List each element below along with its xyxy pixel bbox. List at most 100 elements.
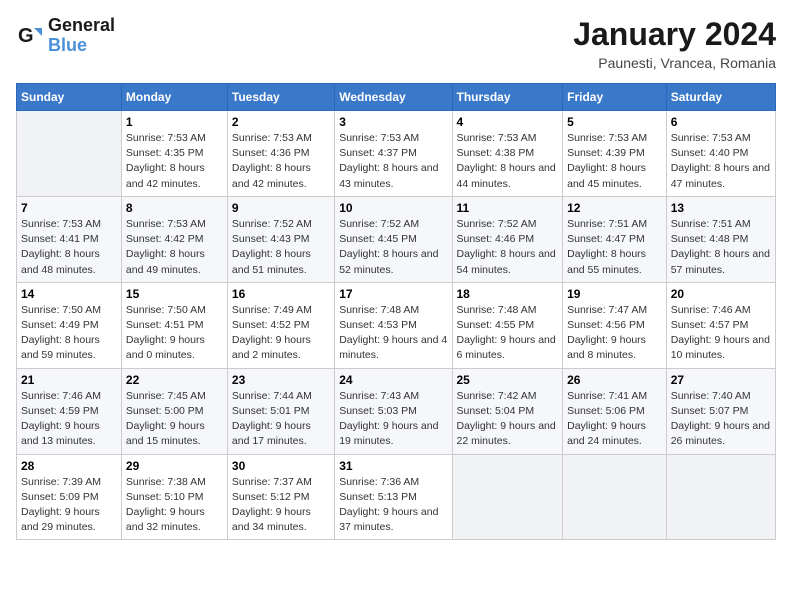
day-info: Sunrise: 7:53 AMSunset: 4:37 PMDaylight:… [339,131,447,192]
day-number: 31 [339,459,447,473]
day-number: 8 [126,201,223,215]
calendar-week-3: 14 Sunrise: 7:50 AMSunset: 4:49 PMDaylig… [17,282,776,368]
calendar-cell: 21 Sunrise: 7:46 AMSunset: 4:59 PMDaylig… [17,368,122,454]
calendar-cell: 25 Sunrise: 7:42 AMSunset: 5:04 PMDaylig… [452,368,563,454]
day-info: Sunrise: 7:51 AMSunset: 4:48 PMDaylight:… [671,217,771,278]
calendar-cell: 22 Sunrise: 7:45 AMSunset: 5:00 PMDaylig… [121,368,227,454]
day-info: Sunrise: 7:52 AMSunset: 4:46 PMDaylight:… [457,217,559,278]
day-number: 4 [457,115,559,129]
calendar-cell: 2 Sunrise: 7:53 AMSunset: 4:36 PMDayligh… [227,111,334,197]
day-info: Sunrise: 7:53 AMSunset: 4:42 PMDaylight:… [126,217,223,278]
calendar-cell: 17 Sunrise: 7:48 AMSunset: 4:53 PMDaylig… [335,282,452,368]
col-tuesday: Tuesday [227,84,334,111]
calendar-cell: 9 Sunrise: 7:52 AMSunset: 4:43 PMDayligh… [227,196,334,282]
day-number: 1 [126,115,223,129]
day-info: Sunrise: 7:49 AMSunset: 4:52 PMDaylight:… [232,303,330,364]
calendar-cell [17,111,122,197]
col-monday: Monday [121,84,227,111]
col-saturday: Saturday [666,84,775,111]
day-info: Sunrise: 7:52 AMSunset: 4:43 PMDaylight:… [232,217,330,278]
day-number: 30 [232,459,330,473]
calendar-cell: 8 Sunrise: 7:53 AMSunset: 4:42 PMDayligh… [121,196,227,282]
calendar-cell: 5 Sunrise: 7:53 AMSunset: 4:39 PMDayligh… [563,111,667,197]
day-number: 10 [339,201,447,215]
day-number: 19 [567,287,662,301]
calendar-cell [563,454,667,540]
day-info: Sunrise: 7:41 AMSunset: 5:06 PMDaylight:… [567,389,662,450]
day-number: 15 [126,287,223,301]
calendar-table: Sunday Monday Tuesday Wednesday Thursday… [16,83,776,540]
day-info: Sunrise: 7:46 AMSunset: 4:59 PMDaylight:… [21,389,117,450]
day-info: Sunrise: 7:48 AMSunset: 4:55 PMDaylight:… [457,303,559,364]
day-number: 6 [671,115,771,129]
day-info: Sunrise: 7:40 AMSunset: 5:07 PMDaylight:… [671,389,771,450]
day-info: Sunrise: 7:53 AMSunset: 4:41 PMDaylight:… [21,217,117,278]
day-info: Sunrise: 7:53 AMSunset: 4:36 PMDaylight:… [232,131,330,192]
calendar-cell: 24 Sunrise: 7:43 AMSunset: 5:03 PMDaylig… [335,368,452,454]
day-info: Sunrise: 7:53 AMSunset: 4:35 PMDaylight:… [126,131,223,192]
calendar-cell: 14 Sunrise: 7:50 AMSunset: 4:49 PMDaylig… [17,282,122,368]
calendar-cell: 18 Sunrise: 7:48 AMSunset: 4:55 PMDaylig… [452,282,563,368]
day-number: 27 [671,373,771,387]
day-number: 25 [457,373,559,387]
svg-text:G: G [18,25,34,47]
calendar-week-5: 28 Sunrise: 7:39 AMSunset: 5:09 PMDaylig… [17,454,776,540]
day-info: Sunrise: 7:53 AMSunset: 4:40 PMDaylight:… [671,131,771,192]
day-info: Sunrise: 7:51 AMSunset: 4:47 PMDaylight:… [567,217,662,278]
day-number: 7 [21,201,117,215]
day-number: 20 [671,287,771,301]
col-sunday: Sunday [17,84,122,111]
calendar-cell: 10 Sunrise: 7:52 AMSunset: 4:45 PMDaylig… [335,196,452,282]
month-title: January 2024 [573,16,776,53]
logo: G GeneralBlue [16,16,115,56]
title-area: January 2024 Paunesti, Vrancea, Romania [573,16,776,71]
day-number: 12 [567,201,662,215]
calendar-cell: 29 Sunrise: 7:38 AMSunset: 5:10 PMDaylig… [121,454,227,540]
day-info: Sunrise: 7:43 AMSunset: 5:03 PMDaylight:… [339,389,447,450]
day-info: Sunrise: 7:53 AMSunset: 4:39 PMDaylight:… [567,131,662,192]
col-wednesday: Wednesday [335,84,452,111]
calendar-week-2: 7 Sunrise: 7:53 AMSunset: 4:41 PMDayligh… [17,196,776,282]
calendar-cell: 7 Sunrise: 7:53 AMSunset: 4:41 PMDayligh… [17,196,122,282]
day-info: Sunrise: 7:53 AMSunset: 4:38 PMDaylight:… [457,131,559,192]
day-number: 9 [232,201,330,215]
day-number: 26 [567,373,662,387]
calendar-cell: 23 Sunrise: 7:44 AMSunset: 5:01 PMDaylig… [227,368,334,454]
day-number: 16 [232,287,330,301]
calendar-cell: 6 Sunrise: 7:53 AMSunset: 4:40 PMDayligh… [666,111,775,197]
day-info: Sunrise: 7:50 AMSunset: 4:49 PMDaylight:… [21,303,117,364]
day-info: Sunrise: 7:44 AMSunset: 5:01 PMDaylight:… [232,389,330,450]
calendar-cell [666,454,775,540]
logo-icon: G [16,22,44,50]
day-info: Sunrise: 7:45 AMSunset: 5:00 PMDaylight:… [126,389,223,450]
day-info: Sunrise: 7:42 AMSunset: 5:04 PMDaylight:… [457,389,559,450]
day-number: 2 [232,115,330,129]
calendar-cell: 20 Sunrise: 7:46 AMSunset: 4:57 PMDaylig… [666,282,775,368]
day-number: 22 [126,373,223,387]
calendar-cell: 12 Sunrise: 7:51 AMSunset: 4:47 PMDaylig… [563,196,667,282]
day-info: Sunrise: 7:39 AMSunset: 5:09 PMDaylight:… [21,475,117,536]
calendar-cell: 3 Sunrise: 7:53 AMSunset: 4:37 PMDayligh… [335,111,452,197]
calendar-cell: 16 Sunrise: 7:49 AMSunset: 4:52 PMDaylig… [227,282,334,368]
calendar-cell: 31 Sunrise: 7:36 AMSunset: 5:13 PMDaylig… [335,454,452,540]
day-number: 23 [232,373,330,387]
calendar-cell: 28 Sunrise: 7:39 AMSunset: 5:09 PMDaylig… [17,454,122,540]
day-number: 3 [339,115,447,129]
day-info: Sunrise: 7:48 AMSunset: 4:53 PMDaylight:… [339,303,447,364]
logo-text: GeneralBlue [48,16,115,56]
page-header: G GeneralBlue January 2024 Paunesti, Vra… [16,16,776,71]
calendar-week-4: 21 Sunrise: 7:46 AMSunset: 4:59 PMDaylig… [17,368,776,454]
day-info: Sunrise: 7:36 AMSunset: 5:13 PMDaylight:… [339,475,447,536]
day-number: 21 [21,373,117,387]
day-info: Sunrise: 7:38 AMSunset: 5:10 PMDaylight:… [126,475,223,536]
calendar-cell: 30 Sunrise: 7:37 AMSunset: 5:12 PMDaylig… [227,454,334,540]
day-info: Sunrise: 7:46 AMSunset: 4:57 PMDaylight:… [671,303,771,364]
day-number: 29 [126,459,223,473]
day-info: Sunrise: 7:52 AMSunset: 4:45 PMDaylight:… [339,217,447,278]
day-number: 11 [457,201,559,215]
day-number: 14 [21,287,117,301]
calendar-cell: 4 Sunrise: 7:53 AMSunset: 4:38 PMDayligh… [452,111,563,197]
calendar-cell: 15 Sunrise: 7:50 AMSunset: 4:51 PMDaylig… [121,282,227,368]
day-info: Sunrise: 7:50 AMSunset: 4:51 PMDaylight:… [126,303,223,364]
day-info: Sunrise: 7:37 AMSunset: 5:12 PMDaylight:… [232,475,330,536]
